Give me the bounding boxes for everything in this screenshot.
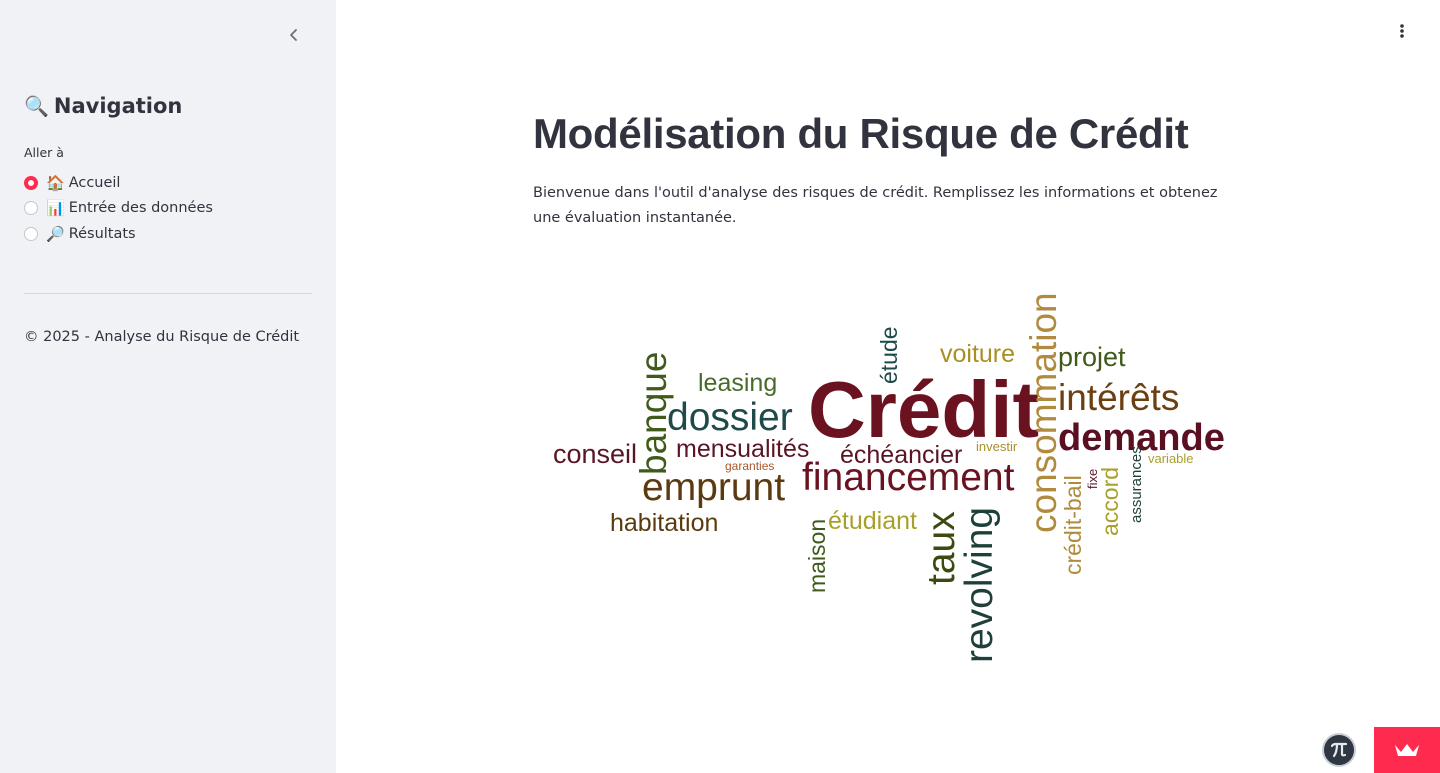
pi-avatar-icon (1330, 742, 1348, 758)
house-icon: 🏠 (46, 173, 65, 192)
avatar-button[interactable] (1322, 733, 1356, 767)
word-investir: investir (976, 439, 1018, 454)
word-etudiant: étudiant (828, 507, 917, 535)
collapse-sidebar-button[interactable] (282, 23, 306, 47)
radio-option-resultats[interactable]: 🔎 Résultats (24, 221, 213, 247)
word-taux: taux (920, 511, 963, 585)
word-fixe: fixe (1085, 469, 1100, 489)
bar-chart-icon: 📊 (46, 199, 65, 218)
main-menu-button[interactable] (1389, 19, 1415, 43)
crown-icon (1395, 744, 1419, 756)
radio-button[interactable] (24, 201, 38, 216)
word-dossier: dossier (667, 396, 793, 439)
radio-option-label: Accueil (68, 174, 121, 191)
sidebar-footer: © 2025 - Analyse du Risque de Crédit (24, 329, 300, 345)
word-garanties: garanties (725, 459, 774, 473)
radio-button-checked[interactable] (24, 175, 38, 190)
word-interets: intérêts (1058, 377, 1179, 418)
word-banque: banque (633, 352, 674, 475)
word-voiture: voiture (940, 340, 1015, 368)
word-habitation: habitation (610, 509, 718, 537)
word-assurances: assurances (1128, 446, 1145, 523)
navigation-radio-group: 🏠 Accueil 📊 Entrée des données 🔎 Résulta… (24, 170, 213, 247)
radio-option-accueil[interactable]: 🏠 Accueil (24, 170, 213, 196)
word-projet: projet (1058, 342, 1126, 372)
sidebar: 🔍 Navigation Aller à 🏠 Accueil 📊 Entrée … (0, 0, 336, 773)
word-conseil: conseil (553, 439, 637, 469)
radio-button[interactable] (24, 226, 38, 241)
word-maison: maison (804, 519, 830, 593)
sidebar-title: 🔍 Navigation (24, 94, 182, 118)
radio-option-entree-donnees[interactable]: 📊 Entrée des données (24, 196, 213, 222)
magnifier-right-icon: 🔎 (46, 224, 65, 243)
radio-option-label: Entrée des données (68, 200, 213, 217)
word-accord: accord (1097, 467, 1123, 536)
page-title: Modélisation du Risque de Crédit (533, 110, 1189, 157)
word-echeancier: échéancier (840, 441, 962, 469)
intro-text: Bienvenue dans l'outil d'analyse des ris… (533, 185, 1218, 226)
radio-option-label: Résultats (68, 225, 136, 242)
deploy-button[interactable] (1374, 727, 1440, 773)
sidebar-divider (24, 293, 312, 294)
word-etude: étude (876, 326, 902, 384)
kebab-menu-icon (1400, 24, 1404, 38)
sidebar-title-text: Navigation (53, 94, 183, 118)
word-variable: variable (1148, 451, 1194, 466)
chevron-left-icon (290, 29, 297, 41)
word-revolving: revolving (958, 507, 1001, 663)
word-cloud-image: Crédit consommation financement demande … (553, 292, 1225, 663)
radio-group-label: Aller à (24, 145, 64, 160)
word-leasing: leasing (698, 369, 777, 397)
magnifier-icon: 🔍 (24, 94, 49, 118)
word-credit-bail: crédit-bail (1060, 475, 1086, 575)
